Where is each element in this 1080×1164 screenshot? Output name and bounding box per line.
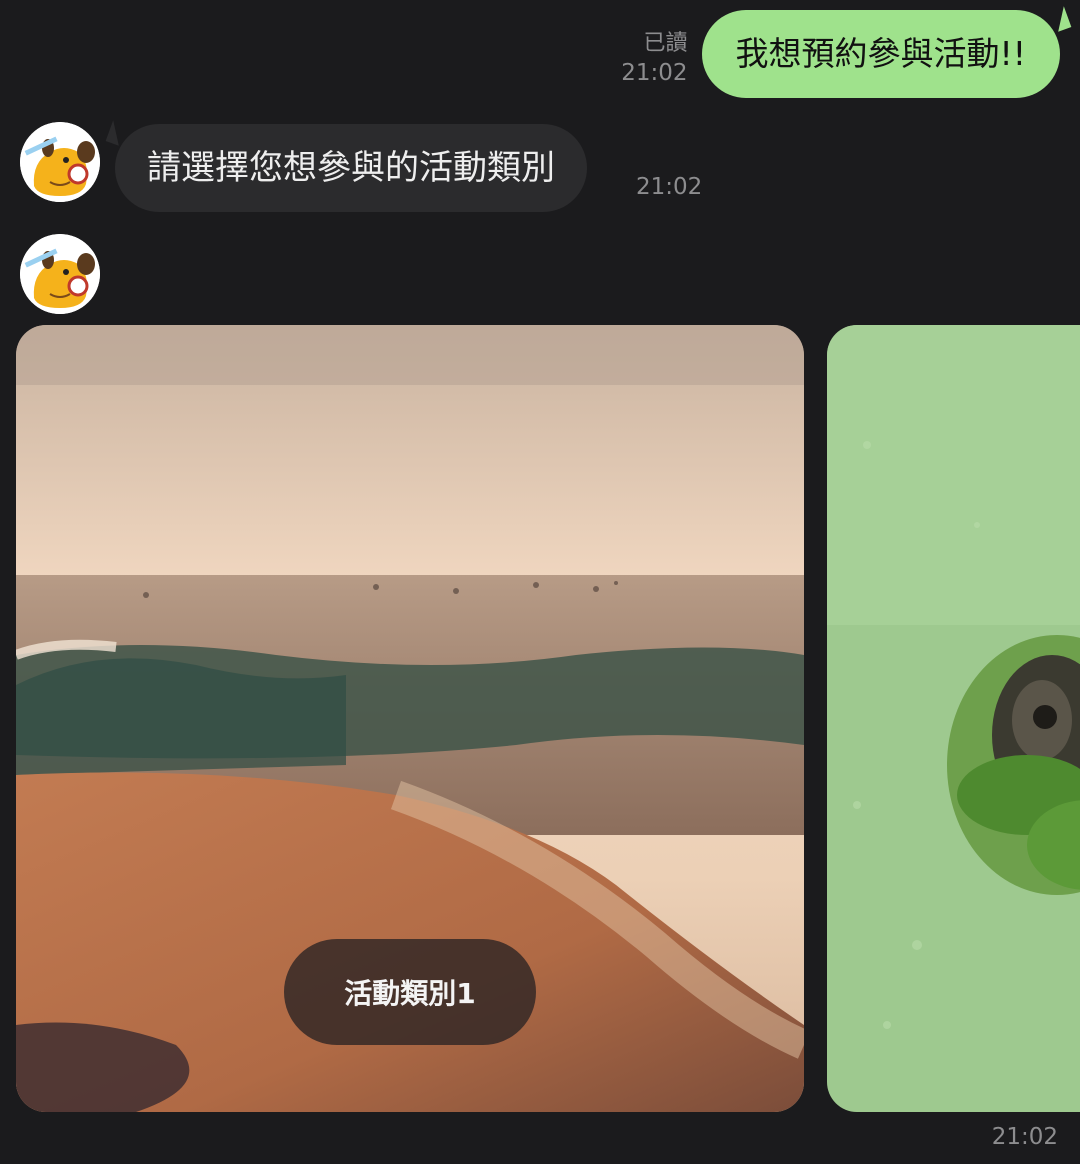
carousel-card[interactable] — [827, 325, 1080, 1112]
dog-mascot-icon — [20, 234, 100, 314]
incoming-message-bubble[interactable]: 請選擇您想參與的活動類別 — [115, 124, 587, 212]
bot-avatar[interactable] — [20, 122, 100, 202]
dog-mascot-icon — [20, 122, 100, 202]
outgoing-message-bubble[interactable]: 我想預約參與活動!! — [701, 10, 1060, 98]
turtle-in-algae-image — [827, 325, 1080, 1112]
outgoing-meta: 已讀 21:02 — [621, 30, 687, 88]
bot-avatar[interactable] — [20, 234, 100, 314]
read-receipt: 已讀 — [643, 31, 688, 56]
carousel-timestamp: 21:02 — [991, 1124, 1058, 1150]
activity-category-button[interactable]: 活動類別1 — [284, 939, 536, 1045]
outgoing-message-row: 已讀 21:02 我想預約參與活動!! — [621, 10, 1060, 98]
outgoing-timestamp: 21:02 — [621, 60, 688, 86]
incoming-timestamp: 21:02 — [636, 174, 703, 200]
carousel-card[interactable]: 活動類別1 — [16, 325, 804, 1112]
chat-window: 已讀 21:02 我想預約參與活動!! 請選擇您想參與的活動類別 21:02 活… — [0, 0, 1080, 1164]
